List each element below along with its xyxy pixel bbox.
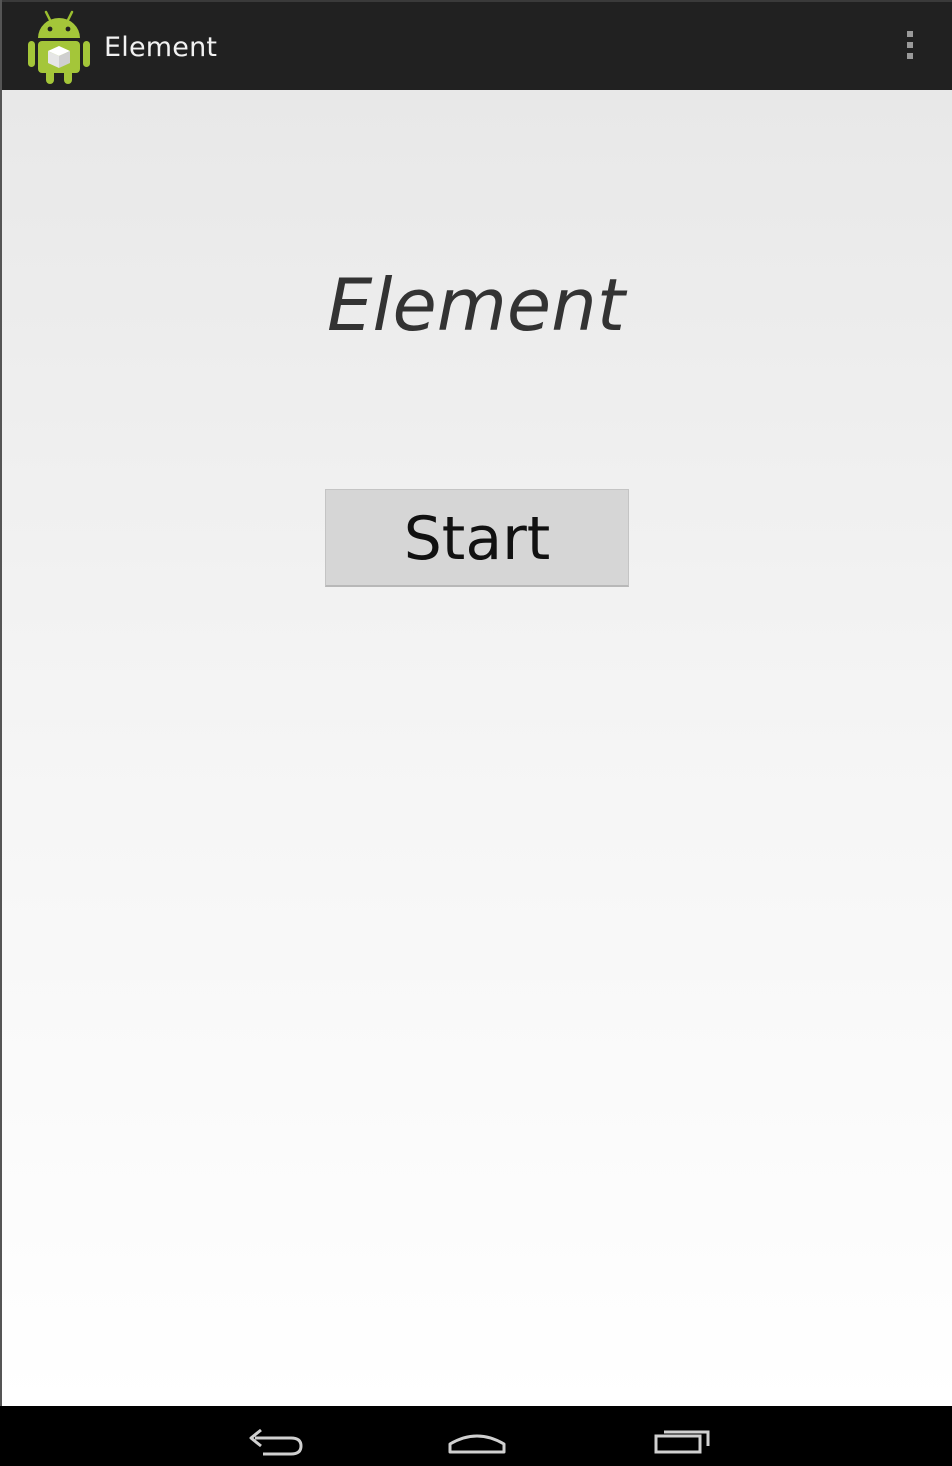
app-title: Element [104, 32, 218, 63]
overflow-menu-icon[interactable] [904, 31, 916, 65]
page-heading: Element [326, 263, 626, 347]
navigation-bar [0, 1406, 952, 1466]
recents-icon[interactable] [646, 1424, 716, 1464]
home-icon[interactable] [442, 1424, 512, 1464]
window-edge [0, 0, 2, 1406]
action-bar: Element [0, 0, 952, 90]
back-icon[interactable] [241, 1424, 311, 1464]
main-content: Element Start [0, 90, 952, 1406]
overflow-dot [907, 42, 913, 48]
android-robot-icon[interactable] [24, 8, 94, 86]
overflow-dot [907, 53, 913, 59]
screen: Element Element Start [0, 0, 952, 1466]
overflow-dot [907, 31, 913, 37]
start-button[interactable]: Start [325, 489, 629, 587]
